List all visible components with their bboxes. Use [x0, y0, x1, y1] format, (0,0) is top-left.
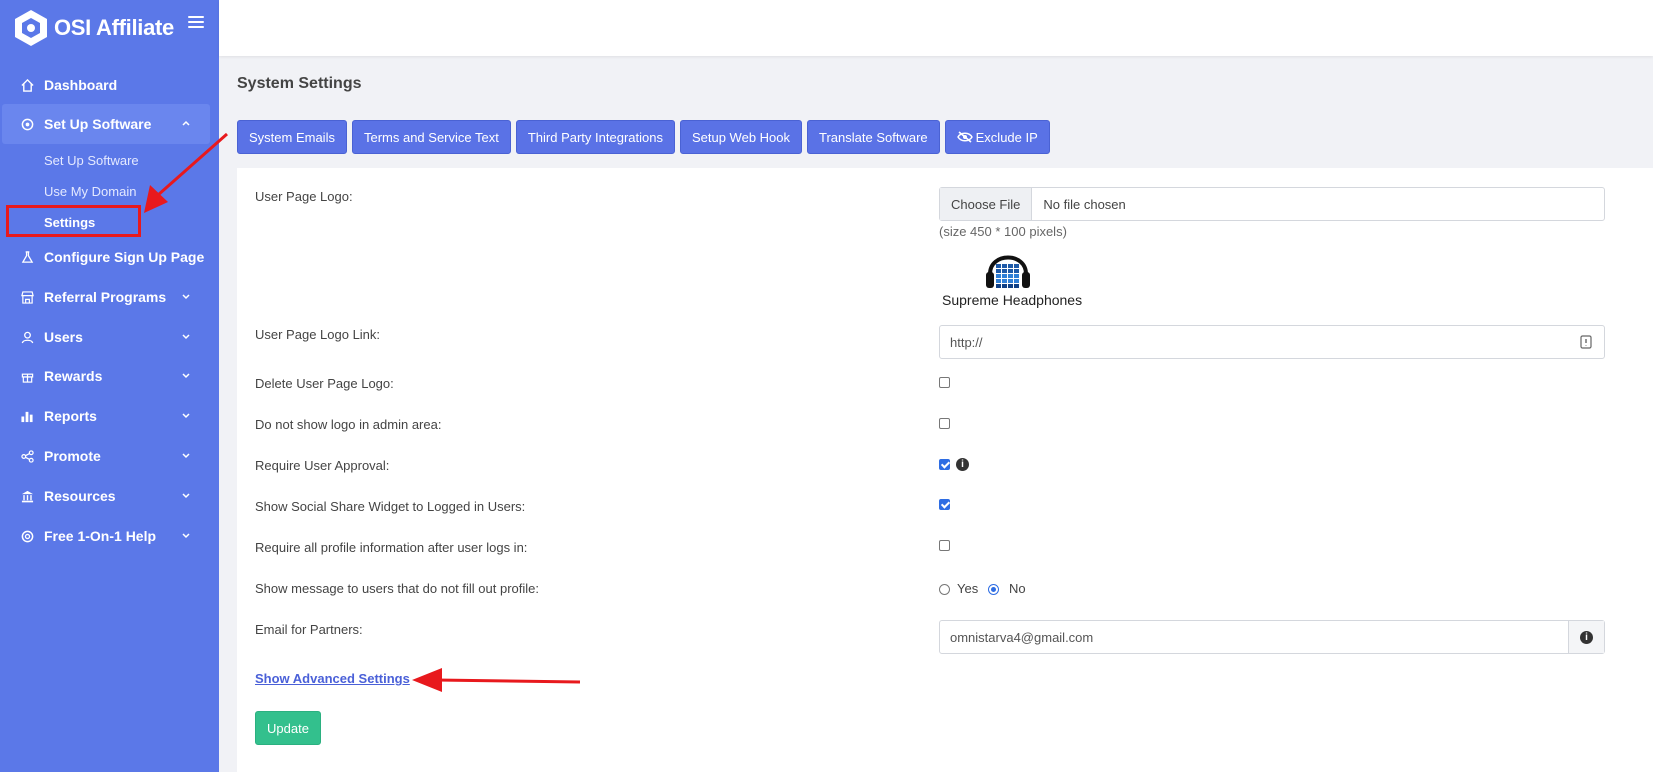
top-bar: [219, 0, 1653, 56]
logo-link-label: User Page Logo Link:: [255, 327, 381, 342]
sidebar-item-label: Reports: [44, 408, 97, 424]
logo-link-value: http://: [950, 334, 983, 350]
sidebar-item-label: Rewards: [44, 368, 103, 384]
chevron-down-icon: [182, 294, 190, 300]
no-admin-logo-label: Do not show logo in admin area:: [255, 417, 442, 432]
size-note: (size 450 * 100 pixels): [939, 224, 1067, 239]
sidebar-item-label: Dashboard: [44, 77, 118, 93]
sidebar-item-set-up-software[interactable]: Set Up Software: [2, 104, 210, 144]
delete-logo-label: Delete User Page Logo:: [255, 376, 394, 391]
user-icon: [20, 330, 34, 344]
bar-chart-icon: [20, 409, 34, 423]
sidebar-item-label: Set Up Software: [44, 116, 152, 132]
page-title: System Settings: [237, 75, 362, 92]
sidebar-item-label: Promote: [44, 448, 101, 464]
sidebar-item-users[interactable]: Users: [2, 317, 210, 357]
logo-label: User Page Logo:: [255, 189, 353, 204]
show-advanced-settings-link[interactable]: Show Advanced Settings: [255, 671, 410, 686]
sidebar-item-label: Configure Sign Up Page: [44, 249, 205, 265]
sidebar-item-label: Users: [44, 329, 83, 345]
info-icon: i: [1580, 630, 1593, 644]
bank-icon: [20, 489, 34, 503]
social-widget-label: Show Social Share Widget to Logged in Us…: [255, 499, 526, 514]
chevron-down-icon: [182, 533, 190, 539]
sidebar-subitem-set-up-software[interactable]: Set Up Software: [44, 153, 139, 168]
chevron-down-icon: [182, 453, 190, 459]
radio-yes[interactable]: [939, 584, 950, 595]
sidebar-item-label: Referral Programs: [44, 289, 167, 305]
email-info-addon[interactable]: i: [1568, 621, 1604, 653]
lifebuoy-icon: [20, 529, 34, 543]
home-icon: [20, 78, 34, 92]
tab-label: Exclude IP: [975, 129, 1038, 145]
delete-logo-checkbox[interactable]: [939, 377, 950, 388]
brand[interactable]: OSI Affiliate: [14, 8, 204, 48]
sidebar-item-label: Free 1-On-1 Help: [44, 528, 157, 544]
settings-tabs: System Emails Terms and Service Text Thi…: [237, 120, 1055, 154]
info-icon[interactable]: i: [956, 458, 969, 471]
logo-link-input[interactable]: http://: [939, 325, 1605, 359]
chevron-down-icon: [182, 493, 190, 499]
hexagon-logo-icon: [15, 10, 47, 46]
radio-yes-label: Yes: [957, 581, 979, 596]
tab-setup-web-hook[interactable]: Setup Web Hook: [679, 120, 803, 154]
require-profile-checkbox[interactable]: [939, 540, 950, 551]
annotation-highlight-box: [6, 205, 141, 237]
email-input[interactable]: omnistarva4@gmail.com i: [939, 620, 1605, 654]
email-label: Email for Partners:: [255, 622, 363, 637]
email-value: omnistarva4@gmail.com: [950, 629, 1094, 645]
gift-icon: [20, 369, 34, 383]
sidebar-item-promote[interactable]: Promote: [2, 436, 210, 476]
cog-eye-icon: [20, 117, 34, 131]
brand-name: OSI Affiliate: [54, 15, 174, 40]
chevron-down-icon: [182, 334, 190, 340]
sidebar-item-referral-programs[interactable]: Referral Programs: [2, 277, 210, 317]
sidebar-item-rewards[interactable]: Rewards: [2, 356, 210, 396]
file-status: No file chosen: [1043, 196, 1126, 212]
sidebar-item-resources[interactable]: Resources: [2, 476, 210, 516]
share-icon: [20, 449, 34, 463]
radio-no[interactable]: [988, 584, 999, 595]
chevron-up-icon: [182, 120, 190, 126]
social-widget-checkbox[interactable]: [939, 499, 950, 510]
tab-system-emails[interactable]: System Emails: [237, 120, 347, 154]
no-admin-logo-checkbox[interactable]: [939, 418, 950, 429]
sidebar-subitem-use-my-domain[interactable]: Use My Domain: [44, 184, 136, 199]
require-profile-label: Require all profile information after us…: [255, 540, 528, 555]
show-message-label: Show message to users that do not fill o…: [255, 581, 539, 596]
tab-translate-software[interactable]: Translate Software: [807, 120, 940, 154]
tab-third-party-integrations[interactable]: Third Party Integrations: [515, 120, 675, 154]
sidebar-item-reports[interactable]: Reports: [2, 396, 210, 436]
chevron-down-icon: [182, 373, 190, 379]
hamburger-icon[interactable]: [188, 16, 204, 30]
require-approval-checkbox[interactable]: [939, 459, 950, 470]
radio-no-label: No: [1009, 581, 1026, 596]
logo-preview-text: Supreme Headphones: [942, 292, 1083, 308]
eye-slash-icon: [956, 131, 973, 143]
sidebar-item-free-help[interactable]: Free 1-On-1 Help: [2, 516, 210, 556]
autofill-icon[interactable]: [1580, 335, 1592, 349]
choose-file-button[interactable]: Choose File: [940, 188, 1033, 220]
require-approval-label: Require User Approval:: [255, 458, 390, 473]
tab-exclude-ip[interactable]: Exclude IP: [944, 120, 1050, 154]
sidebar: OSI Affiliate Dashboard Set Up Software …: [0, 0, 219, 772]
sidebar-item-configure-sign-up-page[interactable]: Configure Sign Up Page: [2, 237, 210, 277]
tab-terms-and-service-text[interactable]: Terms and Service Text: [351, 120, 511, 154]
update-button[interactable]: Update: [255, 711, 321, 745]
logo-file-input[interactable]: Choose File No file chosen: [939, 187, 1605, 221]
sidebar-item-label: Resources: [44, 488, 116, 504]
store-icon: [20, 290, 34, 304]
flask-icon: [20, 250, 34, 264]
chevron-down-icon: [182, 413, 190, 419]
sidebar-item-dashboard[interactable]: Dashboard: [2, 65, 210, 105]
